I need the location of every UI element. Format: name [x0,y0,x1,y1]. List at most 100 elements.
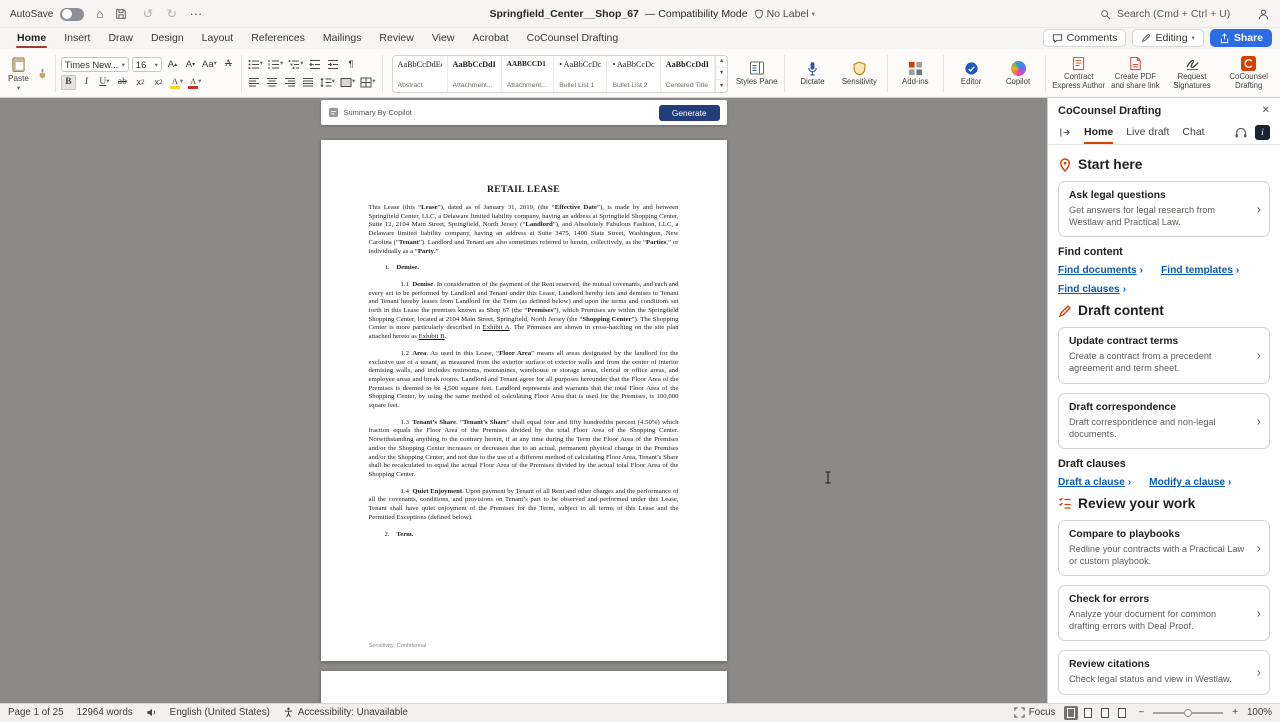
paste-button[interactable]: Paste ▾ [4,55,33,93]
tab-layout[interactable]: Layout [193,30,243,49]
zoom-in-button[interactable]: + [1232,707,1238,718]
focus-mode-button[interactable]: Focus [1014,707,1056,718]
gallery-expand-icon[interactable]: ▼ [716,80,727,91]
bold-button[interactable]: B [61,75,76,90]
style-centered-title[interactable]: AaBbCcDdI Centered Title [661,56,715,92]
card-ask-legal-questions[interactable]: Ask legal questions Get answers for lega… [1058,181,1270,237]
style-attachment-1[interactable]: AaBbCcDdI Attachment... [448,56,502,92]
info-icon[interactable]: i [1255,125,1270,140]
link-find-documents[interactable]: Find documents› [1058,265,1143,276]
panel-tab-live-draft[interactable]: Live draft [1126,122,1169,144]
tab-insert[interactable]: Insert [55,30,99,49]
shrink-font-button[interactable]: A▾ [183,57,198,72]
style-attachment-2[interactable]: AABBCCD1 Attachment... [502,56,554,92]
panel-tab-home[interactable]: Home [1084,122,1113,144]
zoom-out-button[interactable]: − [1138,707,1144,718]
underline-button[interactable]: U▾ [97,75,112,90]
undo-icon[interactable]: ↺ [139,8,156,21]
tab-acrobat[interactable]: Acrobat [463,30,517,49]
link-find-clauses[interactable]: Find clauses› [1058,284,1126,295]
tab-cocounsel-drafting[interactable]: CoCounsel Drafting [518,30,628,49]
contract-express-author-button[interactable]: Contract Express Author [1051,55,1106,91]
page-indicator[interactable]: Page 1 of 25 [8,707,64,718]
font-name-select[interactable]: Times New...▾ [61,57,129,72]
collapse-panel-icon[interactable] [1058,126,1071,139]
view-draft-icon[interactable] [1115,706,1129,720]
tab-references[interactable]: References [242,30,314,49]
view-outline-icon[interactable] [1098,706,1112,720]
tab-view[interactable]: View [423,30,464,49]
align-left-button[interactable] [247,75,262,90]
bullets-button[interactable]: ▾ [247,57,264,72]
style-bullet-list-1[interactable]: • AaBbCcDc Bullet List 1 [554,56,607,92]
editor-button[interactable]: Editor [949,60,994,88]
styles-pane-button[interactable]: Styles Pane [734,59,779,88]
cocounsel-drafting-button[interactable]: CoCounsel Drafting [1221,55,1276,91]
copilot-button[interactable]: Copilot [996,60,1041,88]
increase-indent-button[interactable] [326,57,341,72]
card-draft-correspondence[interactable]: Draft correspondence Draft correspondenc… [1058,393,1270,449]
gallery-up-icon[interactable]: ▲ [716,56,727,68]
share-button[interactable]: Share [1210,29,1272,47]
tab-draw[interactable]: Draw [99,30,142,49]
tab-design[interactable]: Design [142,30,193,49]
sensitivity-button[interactable]: Sensitivity [837,60,882,88]
language-indicator[interactable]: English (United States) [170,707,270,718]
view-web-layout-icon[interactable] [1081,706,1095,720]
italic-button[interactable]: I [79,75,94,90]
card-update-contract-terms[interactable]: Update contract terms Create a contract … [1058,327,1270,383]
subscript-button[interactable]: x2 [133,75,148,90]
accessibility-status[interactable]: Accessibility: Unavailable [283,707,408,718]
borders-button[interactable]: ▾ [359,75,376,90]
redo-icon[interactable]: ↻ [163,8,180,21]
grow-font-button[interactable]: A▴ [165,57,180,72]
create-pdf-share-link-button[interactable]: Create PDF and share link [1108,55,1163,91]
multilevel-list-button[interactable]: ▾ [287,57,304,72]
document-canvas[interactable]: Summary By Copilot Generate RETAIL LEASE… [0,98,1047,703]
font-color-button[interactable]: A▾ [187,75,202,90]
text-highlight-button[interactable]: A▾ [169,75,184,90]
addins-button[interactable]: Add-ins [893,60,938,88]
panel-tab-chat[interactable]: Chat [1182,122,1204,144]
link-modify-a-clause[interactable]: Modify a clause› [1149,477,1231,488]
dictate-button[interactable]: Dictate [790,60,835,88]
shading-button[interactable]: ▾ [339,75,356,90]
gallery-down-icon[interactable]: ▼ [716,68,727,80]
proofing-status-icon[interactable] [146,707,157,718]
numbering-button[interactable]: ▾ [267,57,284,72]
zoom-slider[interactable] [1153,707,1223,719]
link-draft-a-clause[interactable]: Draft a clause› [1058,477,1131,488]
save-icon[interactable] [115,8,132,20]
style-bullet-list-2[interactable]: • AaBbCcDc Bullet List 2 [607,56,660,92]
link-find-templates[interactable]: Find templates› [1161,265,1239,276]
clear-formatting-button[interactable]: A [221,57,236,72]
request-signatures-button[interactable]: Request Signatures [1165,55,1220,91]
editing-mode-button[interactable]: Editing ▾ [1132,29,1203,47]
word-count[interactable]: 12964 words [77,707,133,718]
change-case-button[interactable]: Aa▾ [201,57,218,72]
view-print-layout-icon[interactable] [1064,706,1078,720]
tab-mailings[interactable]: Mailings [314,30,371,49]
search-field[interactable] [1100,7,1247,21]
search-input[interactable] [1115,7,1247,21]
format-painter-button[interactable] [35,66,50,81]
document-page-next[interactable] [321,671,727,703]
tab-home[interactable]: Home [8,30,55,49]
close-icon[interactable]: ✕ [1262,106,1270,116]
zoom-level[interactable]: 100% [1247,707,1272,718]
strikethrough-button[interactable]: ab [115,75,130,90]
style-abstract[interactable]: AaBbCcDdEe Abstract [393,56,448,92]
support-headset-icon[interactable] [1234,126,1248,140]
decrease-indent-button[interactable] [308,57,323,72]
more-commands-icon[interactable]: ··· [187,8,204,21]
autosave-toggle[interactable] [60,8,84,21]
tab-review[interactable]: Review [370,30,422,49]
align-center-button[interactable] [265,75,280,90]
sensitivity-label-badge[interactable]: No Label ▾ [754,8,815,20]
font-size-select[interactable]: 16▾ [132,57,162,72]
justify-button[interactable] [301,75,316,90]
home-icon[interactable]: ⌂ [91,8,108,21]
show-formatting-marks-button[interactable]: ¶ [344,57,359,72]
align-right-button[interactable] [283,75,298,90]
generate-button[interactable]: Generate [659,105,720,121]
